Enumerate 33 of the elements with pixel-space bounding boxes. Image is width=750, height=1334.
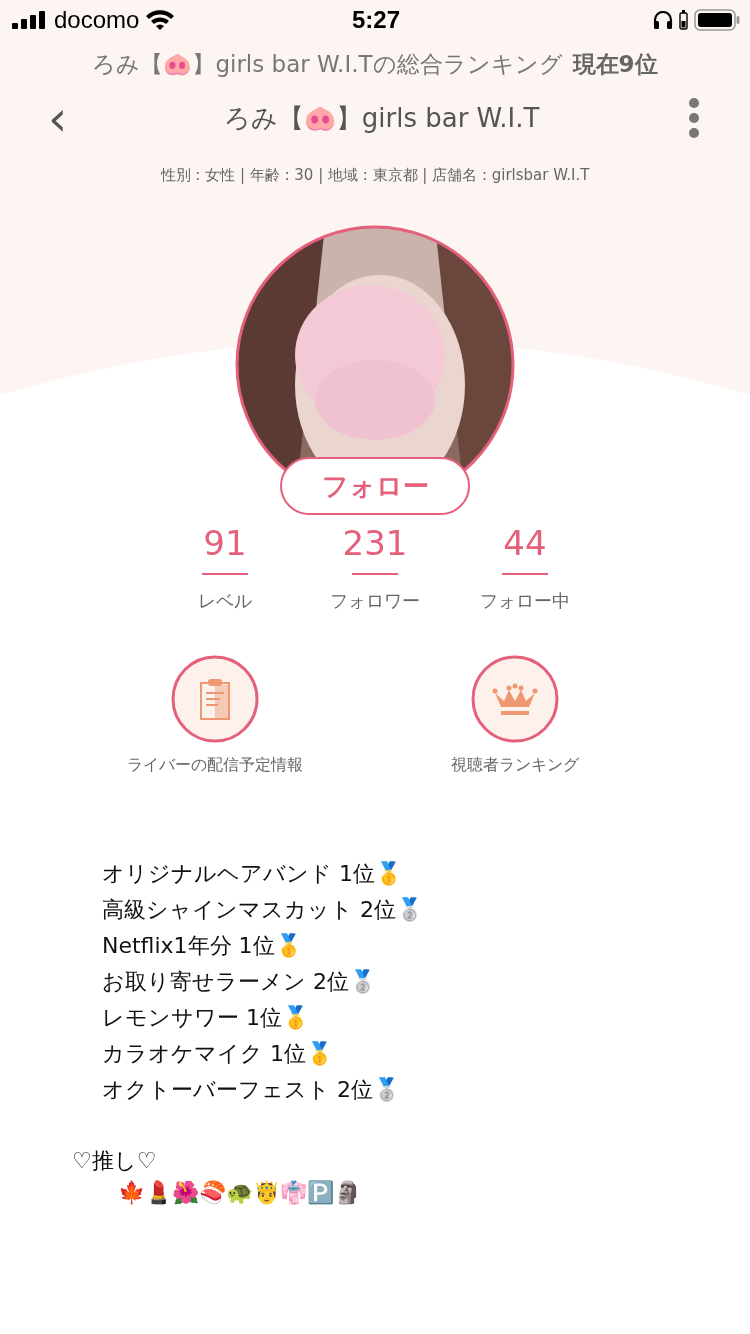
signal-icon (12, 11, 48, 29)
stat-label: フォロワー (330, 589, 420, 613)
wifi-icon (145, 9, 176, 31)
bio-line: オリジナルヘアバンド 1位🥇 (102, 860, 403, 888)
clock: 5:27 (351, 6, 400, 34)
ranking-banner-text: ろみ【🐽】girls bar W.I.Tの総合ランキング (92, 49, 563, 79)
clipboard-icon[interactable] (171, 655, 259, 743)
stat-value: 44 (503, 523, 547, 563)
stat-value: 231 (342, 523, 408, 563)
stat-label: フォロー中 (480, 589, 570, 613)
current-rank: 現在9位 (572, 49, 658, 79)
action-label[interactable]: ライバーの配信予定情報 (127, 755, 303, 776)
carrier-name: docomo (54, 6, 140, 34)
bio-line: レモンサワー 1位🥇 (102, 1004, 310, 1032)
page-title: ろみ【🐽】girls bar W.I.T (223, 101, 540, 135)
bio-line: Netflix1年分 1位🥇 (102, 932, 303, 960)
headphones-icon (653, 11, 673, 29)
profile-info: 性別 : 女性 | 年齢 : 30 | 地域 : 東京都 | 店舗名 : girlsbar W.I.T (159, 165, 591, 186)
follow-button[interactable]: フォロー (280, 457, 470, 515)
crown-icon[interactable] (471, 655, 559, 743)
oshi-title: ♡推し♡ (71, 1147, 158, 1175)
back-button[interactable]: ‹ (40, 94, 76, 142)
bio-line: オクトーバーフェスト 2位🥈 (102, 1076, 401, 1104)
bio-line: お取り寄せラーメン 2位🥈 (102, 968, 377, 996)
emoji-line: 🍁💄🌺🍣🐢🤴👘🅿🗿 (117, 1179, 362, 1205)
action-label[interactable]: 視聴者ランキング (451, 755, 579, 776)
battery-icon (694, 9, 740, 31)
more-icon[interactable] (688, 98, 700, 138)
bio-line: カラオケマイク 1位🥇 (102, 1040, 334, 1068)
stat-value: 91 (203, 523, 247, 563)
bio-line: 高級シャインマスカット 2位🥈 (102, 896, 424, 924)
stat-label: レベル (198, 589, 252, 613)
charging-icon (679, 10, 688, 30)
